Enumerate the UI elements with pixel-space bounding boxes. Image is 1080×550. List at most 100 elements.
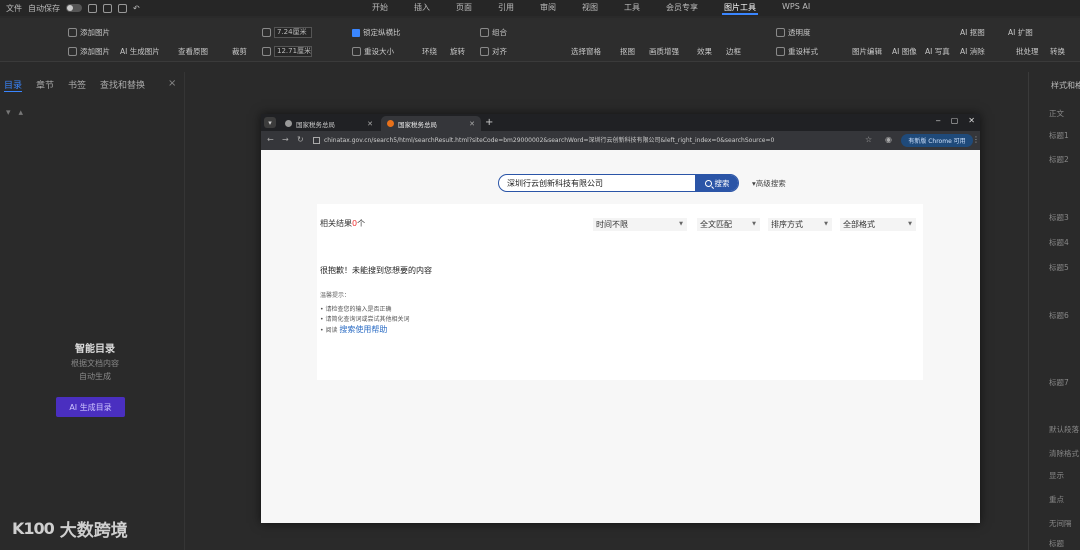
tab-toc[interactable]: 目录 [4, 78, 23, 92]
profile-icon[interactable]: ◉ [885, 135, 892, 144]
search-help-link[interactable]: 搜索使用帮助 [339, 325, 387, 334]
style-item[interactable]: 重点 [1029, 494, 1064, 505]
search-input[interactable] [499, 175, 696, 191]
reset-style-button[interactable]: 重设样式 [776, 46, 818, 57]
style-item[interactable]: 标题1 [1029, 130, 1069, 141]
crop-button[interactable]: 裁剪 [232, 46, 247, 57]
style-item[interactable]: 标题2 [1029, 154, 1069, 165]
maximize-icon[interactable]: ▢ [951, 116, 959, 125]
smart-toc-title: 智能目录 [75, 344, 115, 355]
new-tab-button[interactable]: + [485, 117, 493, 128]
style-item[interactable]: 标题6 [1029, 310, 1069, 321]
print-icon[interactable] [103, 3, 112, 13]
width-field[interactable]: 12.71厘米 [262, 46, 312, 57]
effects-button[interactable]: 效果 [697, 46, 712, 57]
height-field[interactable]: 7.24厘米 [262, 27, 312, 38]
sharpen-button[interactable]: 画质增强 [649, 46, 679, 57]
preview-icon[interactable] [118, 3, 127, 13]
style-item[interactable]: 清除格式 [1029, 448, 1079, 459]
wps-title-bar: 文件 自动保存 ↶ 开始 插入 页面 引用 审阅 视图 工具 会员专享 图片工具… [0, 0, 1080, 16]
chevron-down-icon: ▼ [824, 221, 828, 227]
select-pane-button[interactable]: 选择窗格 [571, 46, 601, 57]
replace-image-button[interactable]: 添加图片 [68, 27, 110, 38]
ai-image-button[interactable]: AI 图像 [892, 46, 917, 57]
tab-insert[interactable]: 插入 [412, 2, 432, 15]
time-filter-select[interactable]: 时间不限 ▼ [593, 218, 687, 231]
navigation-tabs: 目录 章节 书签 查找和替换 [0, 72, 184, 98]
more-menu-icon[interactable]: ⋮ [972, 135, 980, 144]
style-item[interactable]: 标题3 [1029, 212, 1069, 223]
close-tab-icon[interactable]: ✕ [367, 120, 373, 128]
tab-wps-ai[interactable]: WPS AI [780, 2, 812, 15]
align-button[interactable]: 对齐 [480, 46, 507, 57]
match-filter-select[interactable]: 全文匹配 ▼ [697, 218, 760, 231]
watermark-logo: K100 [12, 519, 55, 538]
bookmark-star-icon[interactable]: ☆ [865, 135, 872, 144]
minimize-icon[interactable]: ‒ [936, 116, 941, 125]
tab-find-replace[interactable]: 查找和替换 [100, 78, 145, 92]
save-icon[interactable] [88, 3, 97, 13]
sort-filter-select[interactable]: 排序方式 ▼ [768, 218, 832, 231]
style-item[interactable]: 标题4 [1029, 237, 1069, 248]
site-info-icon[interactable] [313, 137, 320, 144]
wps-quick-access: 文件 自动保存 ↶ [0, 3, 380, 14]
browser-tab-active[interactable]: 国家税务总局 ✕ [381, 116, 481, 131]
tab-tools[interactable]: 工具 [622, 2, 642, 15]
tab-reference[interactable]: 引用 [496, 2, 516, 15]
ai-generate-image-button[interactable]: AI 生成图片 [120, 46, 160, 57]
tab-view[interactable]: 视图 [580, 2, 600, 15]
tab-review[interactable]: 审阅 [538, 2, 558, 15]
collapse-icon[interactable]: ▴ [19, 108, 24, 118]
view-original-button[interactable]: 查看原图 [178, 46, 208, 57]
combine-button[interactable]: 组合 [480, 27, 507, 38]
styles-pane: 样式和格式 正文 标题1 标题2 标题3 标题4 标题5 标题6 标题7 默认段… [1028, 72, 1080, 550]
expand-icon[interactable]: ▾ [6, 108, 11, 118]
rotate-button[interactable]: 旋转 [450, 46, 465, 57]
ai-remove-button[interactable]: AI 消除 [960, 46, 985, 57]
ai-portrait-button[interactable]: AI 写真 [925, 46, 950, 57]
style-item[interactable]: 标题5 [1029, 262, 1069, 273]
search-button[interactable]: 搜索 [695, 175, 738, 191]
file-menu[interactable]: 文件 [6, 3, 22, 14]
style-item[interactable]: 正文 [1029, 108, 1064, 119]
image-edit-button[interactable]: 图片编辑 [852, 46, 882, 57]
tab-image-tools[interactable]: 图片工具 [722, 2, 758, 15]
close-window-icon[interactable]: ✕ [968, 116, 975, 125]
forward-icon[interactable]: → [282, 135, 289, 144]
batch-button[interactable]: 批处理 [1016, 46, 1039, 57]
url-field[interactable]: chinatax.gov.cn/search5/html/searchResul… [313, 134, 853, 147]
autosave-toggle[interactable] [66, 4, 82, 12]
browser-tab[interactable]: 国家税务总局 ✕ [279, 116, 379, 131]
close-tab-icon[interactable]: ✕ [469, 120, 475, 128]
ai-expand-button[interactable]: AI 扩图 [1008, 27, 1033, 38]
cutout-button[interactable]: 抠图 [620, 46, 635, 57]
format-filter-select[interactable]: 全部格式 ▼ [840, 218, 916, 231]
style-item[interactable]: 无间隔 [1029, 518, 1072, 529]
tab-search-icon[interactable]: ▾ [264, 117, 276, 128]
tab-member[interactable]: 会员专享 [664, 2, 700, 15]
result-count: 相关结果0个 [320, 218, 365, 229]
ai-cutout-button[interactable]: AI 抠图 [960, 27, 985, 38]
tab-chapters[interactable]: 章节 [36, 78, 54, 92]
close-icon[interactable]: × [168, 78, 176, 89]
tab-bookmarks[interactable]: 书签 [68, 78, 86, 92]
back-icon[interactable]: ← [267, 135, 274, 144]
chrome-update-button[interactable]: 有新版 Chrome 可用 [901, 134, 973, 147]
border-button[interactable]: 边框 [726, 46, 741, 57]
tab-start[interactable]: 开始 [370, 2, 390, 15]
lock-ratio-checkbox[interactable]: 锁定纵横比 [352, 27, 401, 38]
advanced-search-link[interactable]: ▾高级搜索 [752, 178, 786, 189]
tab-page[interactable]: 页面 [454, 2, 474, 15]
transparency-button[interactable]: 透明度 [776, 27, 811, 38]
transform-button[interactable]: 转换 [1050, 46, 1065, 57]
style-item[interactable]: 标题7 [1029, 377, 1069, 388]
undo-icon[interactable]: ↶ [133, 4, 140, 13]
ai-generate-toc-button[interactable]: AI 生成目录 [56, 397, 125, 417]
reload-icon[interactable]: ↻ [297, 135, 304, 144]
reset-size-button[interactable]: 重设大小 [352, 46, 394, 57]
style-item[interactable]: 显示 [1029, 470, 1064, 481]
add-image-button[interactable]: 添加图片 [68, 46, 110, 57]
wrap-button[interactable]: 环绕 [422, 46, 437, 57]
style-item[interactable]: 默认段落 [1029, 424, 1079, 435]
style-item[interactable]: 标题 [1029, 538, 1064, 549]
